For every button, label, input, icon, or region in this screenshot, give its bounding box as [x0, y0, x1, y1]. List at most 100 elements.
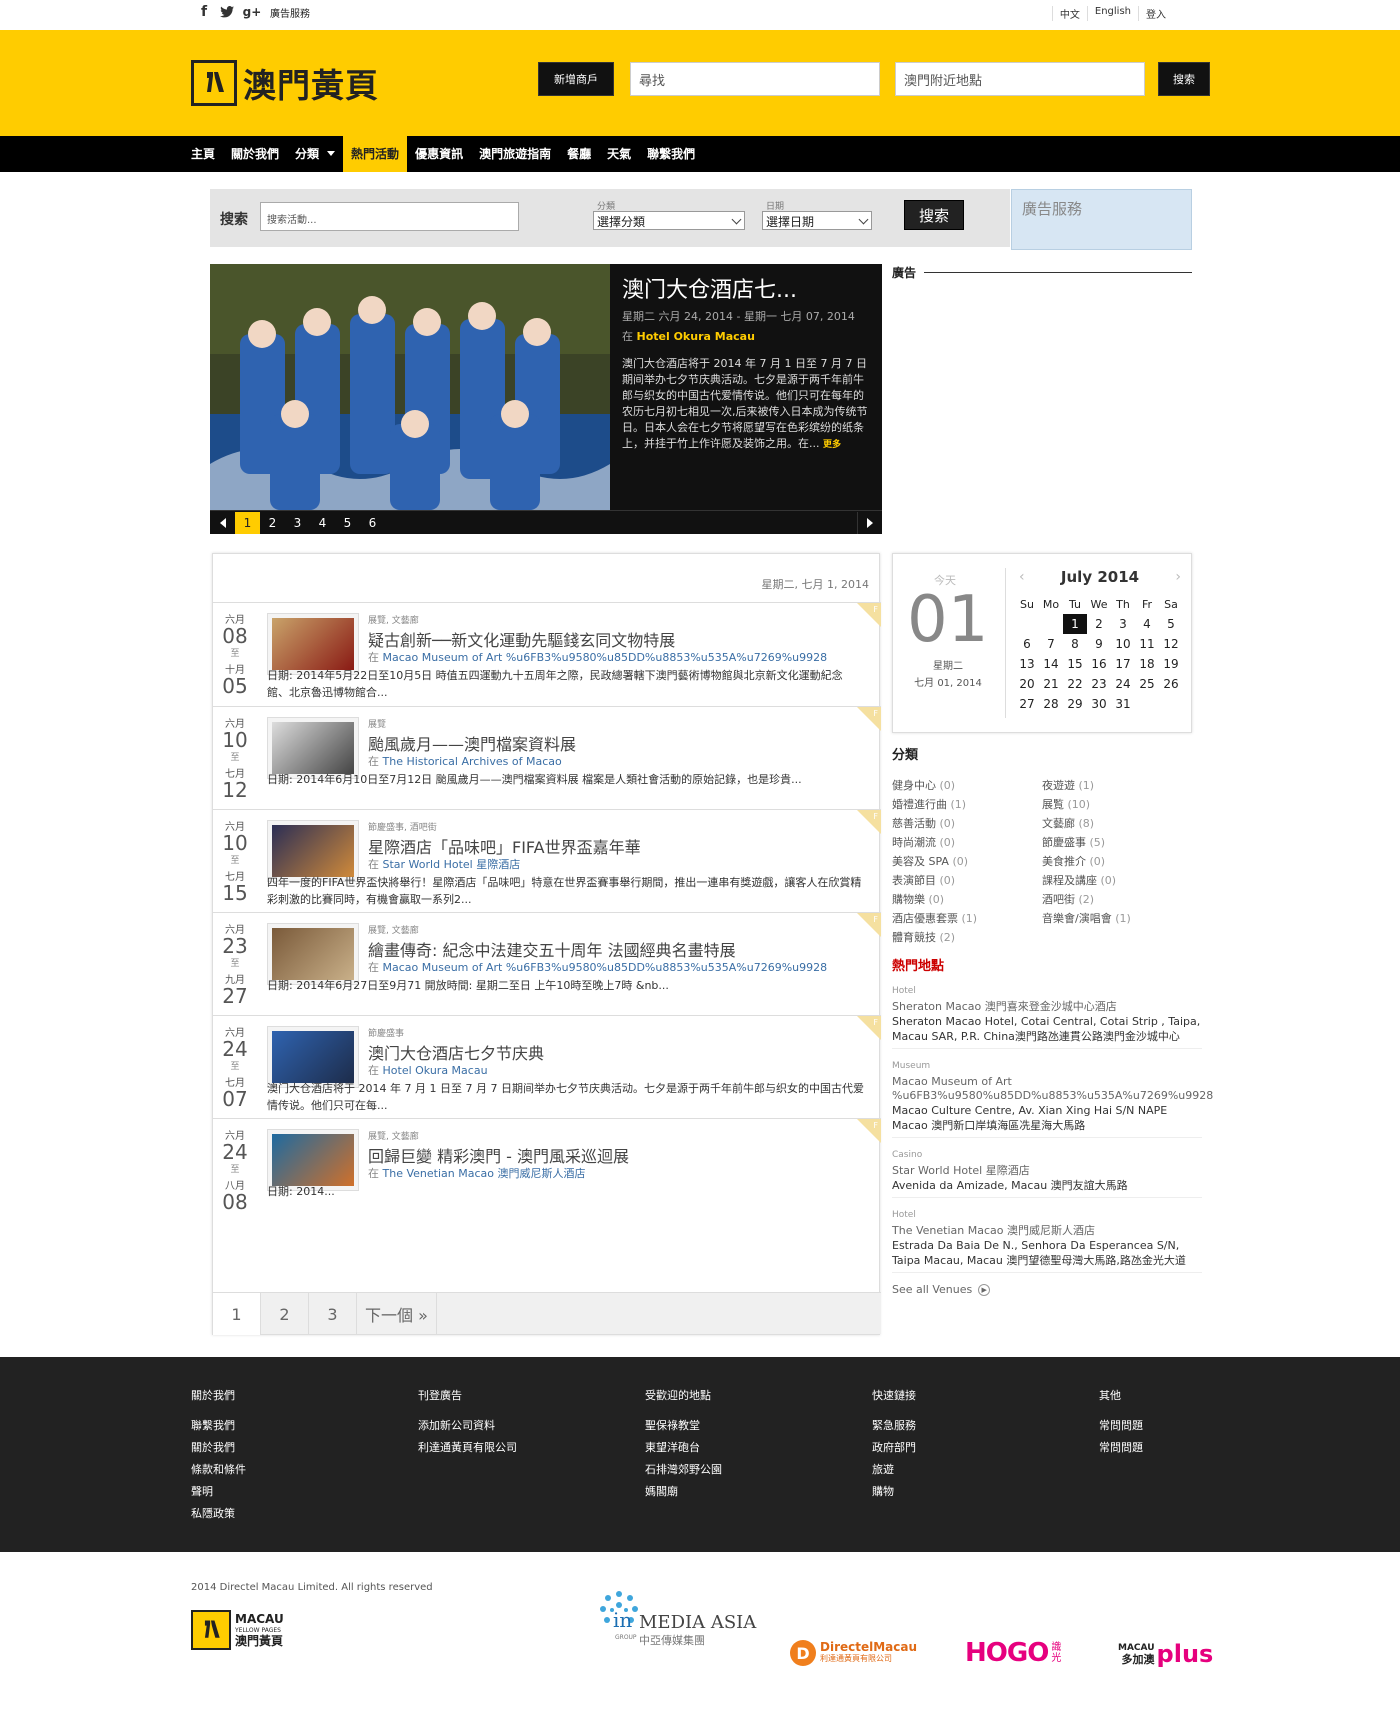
facebook-icon[interactable]: f	[197, 4, 211, 20]
venue-name[interactable]: Sheraton Macao 澳門喜來登金沙城中心酒店	[892, 1000, 1202, 1014]
footer-link[interactable]: 購物	[872, 1483, 916, 1505]
category-link[interactable]: 購物樂 (0)	[892, 891, 1042, 909]
category-link[interactable]: 酒店優惠套票 (1)	[892, 910, 1042, 928]
category-link[interactable]: 健身中心 (0)	[892, 777, 1042, 795]
venue-name[interactable]: Macao Museum of Art %u6FB3%u9580%u85DD%u…	[892, 1075, 1213, 1103]
event-venue-link[interactable]: Macao Museum of Art %u6FB3%u9580%u85DD%u…	[383, 651, 828, 664]
calendar-day[interactable]: 28	[1039, 694, 1063, 714]
event-title[interactable]: 星際酒店「品味吧」FIFA世界盃嘉年華	[368, 834, 641, 858]
footer-link[interactable]: 利達通黃頁有限公司	[418, 1439, 517, 1461]
calendar-day[interactable]: 1	[1063, 614, 1087, 634]
event-thumbnail[interactable]	[267, 1026, 359, 1088]
twitter-icon[interactable]	[220, 4, 234, 20]
footer-link[interactable]: 私隱政策	[191, 1505, 246, 1527]
more-link[interactable]: 更多	[823, 440, 841, 450]
event-venue-link[interactable]: The Historical Archives of Macao	[383, 755, 562, 768]
calendar-day[interactable]: 9	[1087, 634, 1111, 654]
calendar-day[interactable]: 3	[1111, 614, 1135, 634]
event-venue-link[interactable]: Star World Hotel 星際酒店	[383, 858, 521, 871]
footer-link[interactable]: 添加新公司資料	[418, 1417, 517, 1439]
event-title[interactable]: 澳门大仓酒店七夕节庆典	[368, 1040, 544, 1064]
location-input[interactable]: 澳門附近地點	[895, 62, 1145, 96]
calendar-day[interactable]: 23	[1087, 674, 1111, 694]
nav-travel-guide[interactable]: 澳門旅遊指南	[471, 136, 559, 172]
featured-photo[interactable]	[210, 264, 610, 510]
nav-hot-events[interactable]: 熱門活動	[343, 136, 408, 172]
calendar-day[interactable]: 10	[1111, 634, 1135, 654]
calendar-day[interactable]: 11	[1135, 634, 1159, 654]
calendar-day[interactable]: 14	[1039, 654, 1063, 674]
calendar-day[interactable]: 21	[1039, 674, 1063, 694]
footer-link[interactable]: 東望洋砲台	[645, 1439, 722, 1461]
footer-link[interactable]: 石排灣郊野公園	[645, 1461, 722, 1483]
venue-name[interactable]: The Venetian Macao 澳門威尼斯人酒店	[892, 1224, 1202, 1238]
footer-link[interactable]: 媽閣廟	[645, 1483, 722, 1505]
category-link[interactable]: 文藝廊 (8)	[1042, 815, 1192, 833]
venue-name[interactable]: Star World Hotel 星際酒店	[892, 1164, 1202, 1178]
calendar-day[interactable]: 26	[1159, 674, 1183, 694]
site-logo[interactable]: 澳門黃頁	[191, 59, 379, 107]
calendar-day[interactable]: 25	[1135, 674, 1159, 694]
event-title[interactable]: 回歸巨變 精彩澳門 - 澳門風采巡迴展	[368, 1143, 629, 1167]
ad-service-box[interactable]: 廣告服務	[1011, 189, 1192, 250]
calendar-day[interactable]: 2	[1087, 614, 1111, 634]
see-all-venues-link[interactable]: See all Venues ▶	[892, 1283, 1202, 1296]
category-link[interactable]: 酒吧街 (2)	[1042, 891, 1192, 909]
footer-link[interactable]: 聯繫我們	[191, 1417, 246, 1439]
event-title[interactable]: 繪畫傳奇: 紀念中法建交五十周年 法國經典名畫特展	[368, 937, 736, 961]
category-link[interactable]: 展覧 (10)	[1042, 796, 1192, 814]
slide-page-1[interactable]: 1	[235, 511, 260, 534]
category-link[interactable]: 節慶盛事 (5)	[1042, 834, 1192, 852]
next-slide-icon[interactable]	[857, 511, 882, 534]
slide-title[interactable]: 澳门大仓酒店七...	[622, 272, 870, 304]
lang-english-link[interactable]: English	[1086, 6, 1138, 21]
calendar-day[interactable]: 20	[1015, 674, 1039, 694]
footer-link[interactable]: 政府部門	[872, 1439, 916, 1461]
calendar-day[interactable]: 8	[1063, 634, 1087, 654]
calendar-day[interactable]: 4	[1135, 614, 1159, 634]
calendar-day[interactable]: 6	[1015, 634, 1039, 654]
page-1[interactable]: 1	[213, 1293, 261, 1335]
event-thumbnail[interactable]	[267, 717, 359, 779]
calendar-day[interactable]: 27	[1015, 694, 1039, 714]
calendar-day[interactable]: 5	[1159, 614, 1183, 634]
event-search-button[interactable]: 搜索	[904, 200, 964, 230]
event-thumbnail[interactable]	[267, 820, 359, 882]
calendar-day[interactable]: 16	[1087, 654, 1111, 674]
footer-link[interactable]: 常問問題	[1099, 1439, 1143, 1461]
footer-link[interactable]: 旅遊	[872, 1461, 916, 1483]
event-title[interactable]: 疑古創新──新文化運動先驅錢玄同文物特展	[368, 627, 675, 651]
nav-home[interactable]: 主頁	[183, 136, 223, 172]
footer-link[interactable]: 關於我們	[191, 1439, 246, 1461]
calendar-day[interactable]: 22	[1063, 674, 1087, 694]
category-link[interactable]: 音樂會/演唱會 (1)	[1042, 910, 1192, 928]
footer-link[interactable]: 條款和條件	[191, 1461, 246, 1483]
prev-slide-icon[interactable]	[210, 512, 235, 534]
footer-link[interactable]: 常問問題	[1099, 1417, 1143, 1439]
category-link[interactable]: 慈善活動 (0)	[892, 815, 1042, 833]
slide-page-6[interactable]: 6	[360, 512, 385, 534]
calendar-day[interactable]: 19	[1159, 654, 1183, 674]
nav-weather[interactable]: 天氣	[599, 136, 639, 172]
category-link[interactable]: 美食推介 (0)	[1042, 853, 1192, 871]
lang-chinese-link[interactable]: 中文	[1051, 6, 1087, 21]
category-link[interactable]: 體育競技 (2)	[892, 929, 1042, 947]
footer-link[interactable]: 緊急服務	[872, 1417, 916, 1439]
calendar-day[interactable]: 7	[1039, 634, 1063, 654]
prev-month-icon[interactable]: ‹	[1019, 569, 1025, 585]
nav-categories[interactable]: 分類	[287, 136, 343, 172]
directel-logo[interactable]: D DirectelMacau 利達通黃頁有限公司	[790, 1640, 917, 1666]
event-venue-link[interactable]: The Venetian Macao 澳門威尼斯人酒店	[383, 1167, 586, 1180]
google-plus-icon[interactable]: g+	[243, 4, 262, 20]
calendar-day[interactable]: 12	[1159, 634, 1183, 654]
category-link[interactable]: 美容及 SPA (0)	[892, 853, 1042, 871]
slide-page-5[interactable]: 5	[335, 512, 360, 534]
page-3[interactable]: 3	[309, 1293, 357, 1335]
category-link[interactable]: 表演節目 (0)	[892, 872, 1042, 890]
slide-page-4[interactable]: 4	[310, 512, 335, 534]
calendar-day[interactable]: 24	[1111, 674, 1135, 694]
event-thumbnail[interactable]	[267, 1129, 359, 1191]
category-link[interactable]: 婚禮進行曲 (1)	[892, 796, 1042, 814]
event-search-input[interactable]: 搜索活動...	[260, 202, 519, 231]
category-link[interactable]: 夜遊遊 (1)	[1042, 777, 1192, 795]
